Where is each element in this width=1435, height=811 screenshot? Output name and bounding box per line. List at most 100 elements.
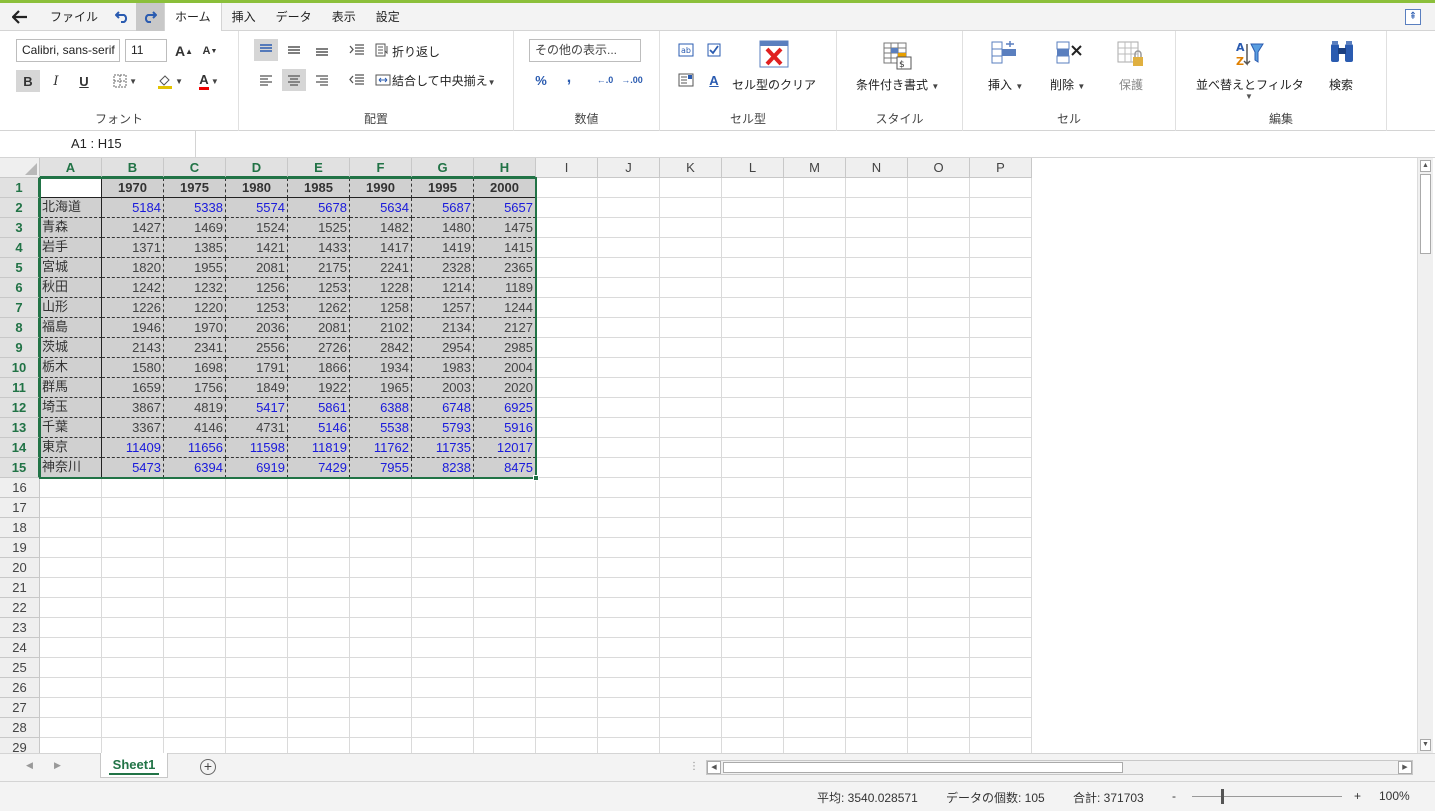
cell[interactable]: [536, 478, 598, 498]
cell[interactable]: [784, 478, 846, 498]
cell[interactable]: [660, 238, 722, 258]
value-cell[interactable]: 1791: [226, 358, 288, 378]
cell[interactable]: [908, 418, 970, 438]
cell[interactable]: [474, 478, 536, 498]
undo-icon[interactable]: [108, 3, 136, 31]
value-cell[interactable]: 5657: [474, 198, 536, 218]
value-cell[interactable]: 1232: [164, 278, 226, 298]
prefecture-cell[interactable]: 福島: [40, 318, 102, 338]
cell[interactable]: [102, 718, 164, 738]
value-cell[interactable]: 1965: [350, 378, 412, 398]
value-cell[interactable]: 6919: [226, 458, 288, 478]
cell[interactable]: [846, 678, 908, 698]
cell[interactable]: [722, 638, 784, 658]
cell[interactable]: [970, 458, 1032, 478]
row-header[interactable]: 21: [0, 578, 40, 598]
column-header[interactable]: A: [40, 158, 102, 178]
cell[interactable]: [784, 438, 846, 458]
cell[interactable]: [226, 478, 288, 498]
prefecture-cell[interactable]: 群馬: [40, 378, 102, 398]
zoom-level[interactable]: 100%: [1379, 789, 1410, 803]
name-box[interactable]: A1 : H15: [0, 131, 196, 157]
cell[interactable]: [846, 718, 908, 738]
cell[interactable]: [784, 358, 846, 378]
column-header[interactable]: C: [164, 158, 226, 178]
cell[interactable]: [536, 638, 598, 658]
cell[interactable]: [598, 718, 660, 738]
cell[interactable]: [970, 498, 1032, 518]
cell[interactable]: [784, 218, 846, 238]
cell[interactable]: [970, 658, 1032, 678]
cell[interactable]: [598, 578, 660, 598]
cell[interactable]: [660, 418, 722, 438]
row-header[interactable]: 5: [0, 258, 40, 278]
value-cell[interactable]: 1371: [102, 238, 164, 258]
cell[interactable]: [598, 518, 660, 538]
cell[interactable]: [722, 398, 784, 418]
cell[interactable]: [40, 638, 102, 658]
value-cell[interactable]: 2341: [164, 338, 226, 358]
cell[interactable]: [722, 718, 784, 738]
cell[interactable]: [908, 478, 970, 498]
value-cell[interactable]: 1253: [226, 298, 288, 318]
decrease-decimal-icon[interactable]: → .00: [620, 69, 644, 91]
comma-button[interactable]: ,: [557, 67, 581, 89]
cell[interactable]: [102, 498, 164, 518]
cell[interactable]: [846, 218, 908, 238]
cell[interactable]: [846, 498, 908, 518]
cell[interactable]: [970, 698, 1032, 718]
select-all-corner[interactable]: [0, 158, 40, 178]
cell[interactable]: [784, 258, 846, 278]
cell[interactable]: [970, 738, 1032, 753]
row-header[interactable]: 28: [0, 718, 40, 738]
cell[interactable]: [722, 238, 784, 258]
cell[interactable]: [598, 398, 660, 418]
cell[interactable]: [164, 538, 226, 558]
row-header[interactable]: 25: [0, 658, 40, 678]
wrap-text-label[interactable]: 折り返し: [392, 43, 440, 60]
cell[interactable]: [102, 518, 164, 538]
cell[interactable]: [846, 178, 908, 198]
cell[interactable]: [598, 698, 660, 718]
hyperlink-celltype-icon[interactable]: A: [702, 69, 726, 91]
cell[interactable]: [226, 678, 288, 698]
cell[interactable]: [288, 658, 350, 678]
cell[interactable]: [350, 578, 412, 598]
cell[interactable]: [908, 398, 970, 418]
cell[interactable]: [164, 518, 226, 538]
cell[interactable]: [474, 598, 536, 618]
align-bottom-icon[interactable]: [310, 39, 334, 61]
cell[interactable]: [784, 738, 846, 753]
cell[interactable]: [722, 318, 784, 338]
value-cell[interactable]: 1244: [474, 298, 536, 318]
value-cell[interactable]: 2036: [226, 318, 288, 338]
cell[interactable]: [784, 638, 846, 658]
find-label[interactable]: 検索: [1329, 76, 1353, 93]
prev-sheet-icon[interactable]: ◀: [26, 760, 33, 771]
value-cell[interactable]: 11409: [102, 438, 164, 458]
cell[interactable]: [536, 258, 598, 278]
value-cell[interactable]: 2726: [288, 338, 350, 358]
cell[interactable]: [660, 258, 722, 278]
horizontal-scroll-thumb[interactable]: [723, 762, 1123, 773]
value-cell[interactable]: 5184: [102, 198, 164, 218]
cell[interactable]: [846, 238, 908, 258]
cell[interactable]: [350, 558, 412, 578]
cell[interactable]: [784, 718, 846, 738]
scroll-left-icon[interactable]: ◀: [707, 761, 721, 774]
borders-icon[interactable]: ▼: [108, 70, 142, 92]
vertical-scroll-thumb[interactable]: [1420, 174, 1431, 254]
cell[interactable]: [784, 318, 846, 338]
cell[interactable]: [164, 578, 226, 598]
cell[interactable]: [970, 178, 1032, 198]
cell[interactable]: [288, 598, 350, 618]
cell[interactable]: [598, 438, 660, 458]
cell[interactable]: [536, 218, 598, 238]
value-cell[interactable]: 5861: [288, 398, 350, 418]
cell[interactable]: [412, 538, 474, 558]
tab-view[interactable]: 表示: [322, 3, 366, 31]
cell[interactable]: [40, 518, 102, 538]
cell[interactable]: [536, 278, 598, 298]
cell[interactable]: [846, 698, 908, 718]
value-cell[interactable]: 2241: [350, 258, 412, 278]
